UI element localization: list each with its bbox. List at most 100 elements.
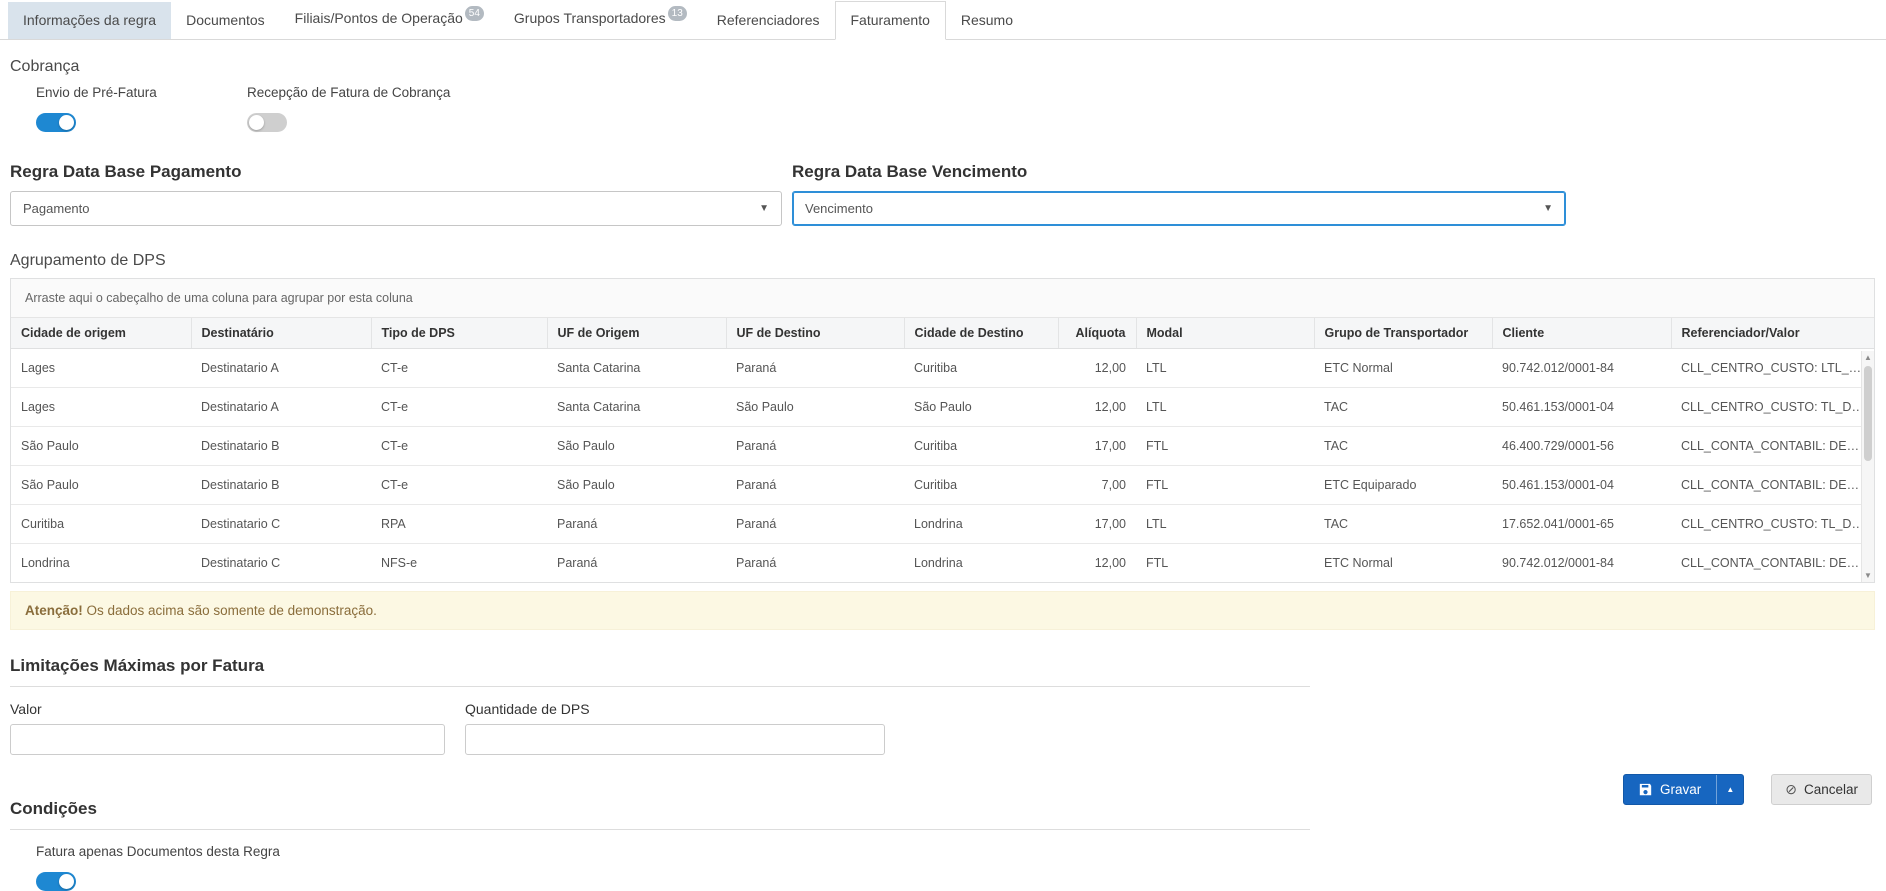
tab-label: Documentos [186, 12, 265, 28]
table-row: LagesDestinatario ACT-eSanta CatarinaSão… [11, 388, 1874, 427]
regra-vencimento-title: Regra Data Base Vencimento [792, 162, 1566, 182]
warning-bold-text: Atenção! [25, 603, 83, 618]
tab-label: Informações da regra [23, 12, 156, 28]
dps-grid: Arraste aqui o cabeçalho de uma coluna p… [10, 278, 1875, 583]
tab-informa-es-da-regra[interactable]: Informações da regra [8, 2, 171, 39]
cell: CLL_CONTA_CONTABIL: DEPART_B [1671, 466, 1874, 505]
regra-vencimento-select[interactable]: Vencimento ▼ [792, 191, 1566, 226]
cell: Destinatario C [191, 505, 371, 544]
toggle-knob [249, 115, 264, 130]
cell: Paraná [726, 349, 904, 388]
regra-pagamento-value: Pagamento [23, 201, 90, 216]
cell: CT-e [371, 427, 547, 466]
cell: 7,00 [1058, 466, 1136, 505]
cell: Curitiba [904, 349, 1058, 388]
toggle-knob [59, 115, 74, 130]
cell: ETC Normal [1314, 544, 1492, 583]
quantidade-dps-field-group: Quantidade de DPS [465, 701, 885, 755]
cell: Curitiba [11, 505, 191, 544]
cell: Paraná [547, 505, 726, 544]
demo-warning-banner: Atenção! Os dados acima são somente de d… [10, 591, 1875, 630]
tab-documentos[interactable]: Documentos [171, 2, 280, 39]
cell: 17.652.041/0001-65 [1492, 505, 1671, 544]
cell: TAC [1314, 388, 1492, 427]
cell: Londrina [904, 505, 1058, 544]
cell: Paraná [726, 466, 904, 505]
column-header[interactable]: Cidade de origem [11, 318, 191, 349]
scroll-down-icon[interactable]: ▼ [1862, 569, 1874, 582]
cell: CLL_CONTA_CONTABIL: DEPART_A [1671, 544, 1874, 583]
scrollbar-thumb[interactable] [1864, 366, 1872, 461]
cell: 90.742.012/0001-84 [1492, 349, 1671, 388]
cell: TAC [1314, 427, 1492, 466]
table-row: São PauloDestinatario BCT-eSão PauloPara… [11, 427, 1874, 466]
warning-text: Os dados acima são somente de demonstraç… [83, 603, 377, 618]
tab-resumo[interactable]: Resumo [946, 2, 1028, 39]
cell: São Paulo [11, 466, 191, 505]
column-header[interactable]: Cidade de Destino [904, 318, 1058, 349]
valor-label: Valor [10, 701, 445, 717]
scroll-up-icon[interactable]: ▲ [1862, 351, 1874, 364]
tab-label: Grupos Transportadores [514, 10, 666, 26]
column-header[interactable]: Grupo de Transportador [1314, 318, 1492, 349]
cell: Lages [11, 388, 191, 427]
cell: 17,00 [1058, 427, 1136, 466]
cell: Destinatario A [191, 388, 371, 427]
pre-fatura-toggle[interactable] [36, 113, 76, 132]
save-button[interactable]: Gravar [1624, 775, 1716, 804]
agrupamento-title: Agrupamento de DPS [10, 252, 1886, 270]
recepcao-fatura-label: Recepção de Fatura de Cobrança [247, 85, 450, 100]
fatura-apenas-toggle[interactable] [36, 872, 76, 891]
cell: Paraná [726, 505, 904, 544]
cell: FTL [1136, 544, 1314, 583]
column-header[interactable]: Referenciador/Valor [1671, 318, 1874, 349]
cancel-button[interactable]: ⊘ Cancelar [1771, 774, 1872, 805]
cell: NFS-e [371, 544, 547, 583]
grid-body: LagesDestinatario ACT-eSanta CatarinaPar… [11, 349, 1874, 583]
quantidade-dps-input[interactable] [465, 724, 885, 755]
limitacoes-section-header: Limitações Máximas por Fatura [10, 656, 1310, 687]
cell: ETC Equiparado [1314, 466, 1492, 505]
cobranca-toggles: Envio de Pré-Fatura Recepção de Fatura d… [36, 85, 1886, 132]
column-header[interactable]: Cliente [1492, 318, 1671, 349]
cell: Santa Catarina [547, 349, 726, 388]
cell: 46.400.729/0001-56 [1492, 427, 1671, 466]
cell: LTL [1136, 388, 1314, 427]
column-header[interactable]: UF de Destino [726, 318, 904, 349]
regra-pagamento-select[interactable]: Pagamento ▼ [10, 191, 782, 226]
cell: São Paulo [11, 427, 191, 466]
cell: 50.461.153/0001-04 [1492, 388, 1671, 427]
cell: Lages [11, 349, 191, 388]
valor-input[interactable] [10, 724, 445, 755]
column-header[interactable]: Destinatário [191, 318, 371, 349]
group-drop-zone[interactable]: Arraste aqui o cabeçalho de uma coluna p… [11, 279, 1874, 318]
cancel-icon: ⊘ [1785, 781, 1797, 798]
cell: Londrina [904, 544, 1058, 583]
condicoes-section-header: Condições [10, 799, 1310, 830]
grid-scrollbar[interactable]: ▲ ▼ [1861, 351, 1874, 582]
table-row: São PauloDestinatario BCT-eSão PauloPara… [11, 466, 1874, 505]
dps-table: Cidade de origemDestinatárioTipo de DPSU… [11, 318, 1874, 582]
tab-filiais-pontos-de-opera-o[interactable]: Filiais/Pontos de Operação54 [280, 0, 499, 39]
tab-grupos-transportadores[interactable]: Grupos Transportadores13 [499, 0, 702, 39]
tab-referenciadores[interactable]: Referenciadores [702, 2, 835, 39]
column-header[interactable]: UF de Origem [547, 318, 726, 349]
tab-count-badge: 13 [668, 6, 687, 21]
cell: CLL_CONTA_CONTABIL: DEPART_A [1671, 427, 1874, 466]
save-options-dropdown[interactable]: ▲ [1716, 775, 1743, 804]
column-header[interactable]: Alíquota [1058, 318, 1136, 349]
cell: São Paulo [547, 427, 726, 466]
cell: Santa Catarina [547, 388, 726, 427]
tab-faturamento[interactable]: Faturamento [835, 1, 946, 40]
save-split-button: Gravar ▲ [1623, 774, 1744, 805]
column-header[interactable]: Modal [1136, 318, 1314, 349]
cell: Destinatario B [191, 466, 371, 505]
chevron-down-icon: ▼ [1543, 203, 1553, 214]
column-header[interactable]: Tipo de DPS [371, 318, 547, 349]
recepcao-fatura-toggle[interactable] [247, 113, 287, 132]
cell: 12,00 [1058, 544, 1136, 583]
tab-bar: Informações da regra Documentos Filiais/Po… [0, 0, 1886, 40]
chevron-down-icon: ▼ [759, 203, 769, 214]
cell: 12,00 [1058, 349, 1136, 388]
table-row: LondrinaDestinatario CNFS-eParanáParanáL… [11, 544, 1874, 583]
